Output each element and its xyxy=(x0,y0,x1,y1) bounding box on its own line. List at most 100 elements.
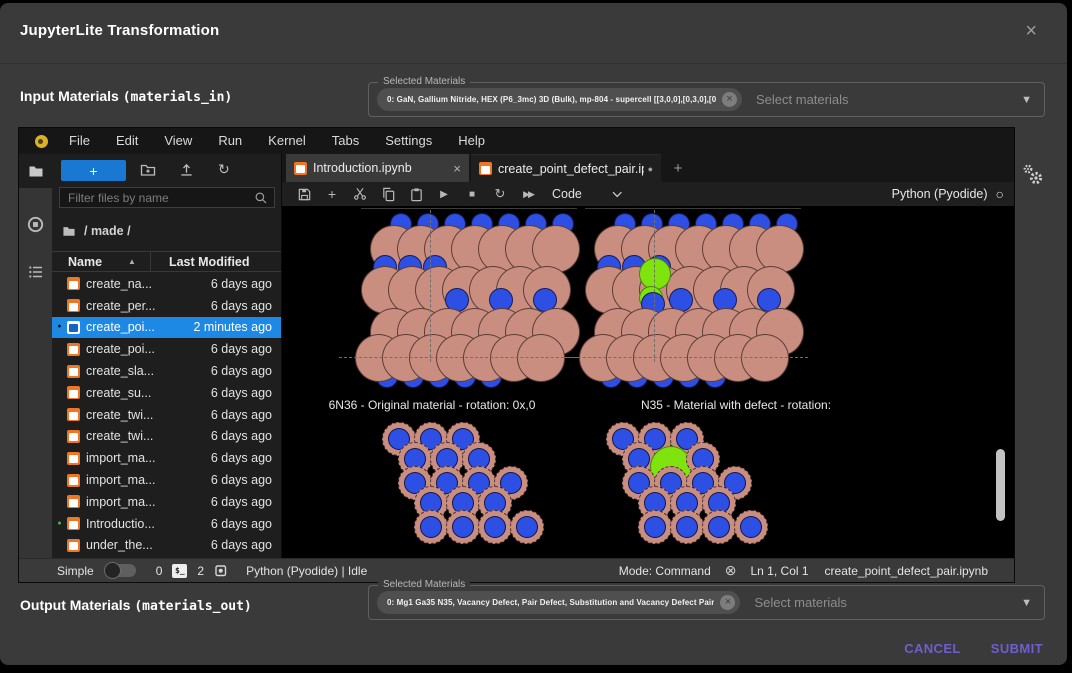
kernels-count: 2 xyxy=(197,564,204,578)
file-row[interactable]: ●create_poi...2 minutes ago xyxy=(52,317,281,339)
run-cell-button[interactable]: ▶ xyxy=(436,189,452,200)
material-chip[interactable]: 0: Mg1 Ga35 N35, Vacancy Defect, Pair De… xyxy=(377,591,740,614)
file-row[interactable]: create_poi...6 days ago xyxy=(52,338,281,360)
search-icon xyxy=(254,191,268,205)
file-name: under_the... xyxy=(86,538,153,552)
notebook-icon-page xyxy=(69,390,78,398)
kernel-running-dot-icon: ● xyxy=(52,519,67,529)
menu-item-settings[interactable]: Settings xyxy=(372,128,445,154)
file-modified: 6 days ago xyxy=(211,342,281,356)
file-name: import_ma... xyxy=(86,495,155,509)
copy-cells-button[interactable] xyxy=(380,187,396,202)
new-folder-icon xyxy=(140,162,156,177)
input-materials-select[interactable]: Selected Materials 0: GaN, Gallium Nitri… xyxy=(368,82,1045,117)
output-materials-text: Output Materials xyxy=(20,597,134,613)
scrollbar-thumb[interactable] xyxy=(996,449,1005,521)
add-cell-button[interactable]: + xyxy=(324,186,340,202)
breadcrumb[interactable]: / made / xyxy=(62,224,131,238)
file-list: create_na...6 days agocreate_per...6 day… xyxy=(52,273,281,558)
menu-item-kernel[interactable]: Kernel xyxy=(255,128,319,154)
refresh-button[interactable]: ↻ xyxy=(218,162,230,176)
file-row[interactable]: import_ma...6 days ago xyxy=(52,491,281,513)
file-row[interactable]: create_twi...6 days ago xyxy=(52,426,281,448)
file-row[interactable]: import_ma...6 days ago xyxy=(52,469,281,491)
menu-item-help[interactable]: Help xyxy=(445,128,498,154)
file-row[interactable]: under_the...6 days ago xyxy=(52,535,281,557)
file-filter-input[interactable] xyxy=(60,191,254,205)
column-header-name[interactable]: Name xyxy=(68,255,102,269)
file-row[interactable]: create_sla...6 days ago xyxy=(52,360,281,382)
restart-run-all-button[interactable]: ▶▶ xyxy=(520,189,536,200)
cell-type-dropdown[interactable]: Code xyxy=(552,187,582,201)
close-icon[interactable]: × xyxy=(1025,21,1037,41)
atom-core xyxy=(484,516,506,538)
file-row[interactable]: create_per...6 days ago xyxy=(52,295,281,317)
new-launcher-button[interactable]: + xyxy=(61,160,126,181)
material-chip[interactable]: 0: GaN, Gallium Nitride, HEX (P6_3mc) 3D… xyxy=(377,88,742,111)
submit-button[interactable]: SUBMIT xyxy=(991,641,1043,656)
menu-item-view[interactable]: View xyxy=(151,128,205,154)
file-name: create_twi... xyxy=(86,429,153,443)
save-icon xyxy=(297,187,312,202)
menu-item-edit[interactable]: Edit xyxy=(103,128,151,154)
notebook-icon xyxy=(67,408,80,421)
notebook-icon-page xyxy=(69,324,78,332)
chevron-down-icon[interactable]: ▼ xyxy=(1021,94,1032,106)
viz-original-side-view xyxy=(369,212,569,390)
cancel-button[interactable]: CANCEL xyxy=(904,641,961,656)
file-browser-tab[interactable] xyxy=(19,154,52,188)
dialog-title: JupyterLite Transformation xyxy=(20,22,219,39)
chevron-down-icon[interactable]: ▼ xyxy=(1021,597,1032,609)
menu-item-file[interactable]: File xyxy=(56,128,103,154)
jupyterlite-transformation-dialog: JupyterLite Transformation × Input Mater… xyxy=(0,3,1067,665)
output-materials-select[interactable]: Selected Materials 0: Mg1 Ga35 N35, Vaca… xyxy=(368,585,1045,620)
kernel-name[interactable]: Python (Pyodide) xyxy=(892,187,988,201)
interrupt-kernel-button[interactable]: ■ xyxy=(464,189,480,200)
terminal-icon: $_ xyxy=(172,564,187,578)
column-header-modified[interactable]: Last Modified xyxy=(169,255,250,269)
file-row[interactable]: create_na...6 days ago xyxy=(52,273,281,295)
viz-caption-defect: N35 - Material with defect - rotation: xyxy=(586,398,886,414)
cut-cells-button[interactable] xyxy=(352,187,368,201)
running-kernels-tab[interactable] xyxy=(19,216,52,233)
tab-close-icon[interactable]: × xyxy=(453,161,461,176)
input-materials-code: (materials_in) xyxy=(123,90,233,105)
paste-cells-button[interactable] xyxy=(408,187,424,202)
dashed-horizontal-line xyxy=(339,357,584,358)
copy-icon xyxy=(381,187,396,202)
atom-ring xyxy=(446,510,480,544)
table-of-contents-tab[interactable] xyxy=(19,264,52,280)
file-row[interactable]: create_su...6 days ago xyxy=(52,382,281,404)
settings-gears-icon[interactable] xyxy=(1019,161,1047,194)
file-row[interactable]: create_twi...6 days ago xyxy=(52,404,281,426)
tab-create-point-defect-pair[interactable]: create_point_defect_pair.ip ● xyxy=(471,154,661,182)
atom-core xyxy=(740,516,762,538)
tab-introduction[interactable]: Introduction.ipynb × xyxy=(286,154,469,182)
notebook-icon-page xyxy=(69,412,78,420)
save-button[interactable] xyxy=(296,187,312,202)
jupyterlab-window: FileEditViewRunKernelTabsSettingsHelp + xyxy=(18,127,1015,583)
notebook-icon xyxy=(67,430,80,443)
notebook-icon xyxy=(479,162,492,175)
atom-core xyxy=(644,516,666,538)
notebook-icon xyxy=(67,517,80,530)
chip-remove-icon[interactable]: × xyxy=(720,595,735,610)
file-row[interactable]: import_ma...6 days ago xyxy=(52,447,281,469)
menu-item-run[interactable]: Run xyxy=(205,128,255,154)
restart-kernel-button[interactable]: ↻ xyxy=(492,186,508,202)
atom-core xyxy=(516,516,538,538)
file-row[interactable]: ●Introductio...6 days ago xyxy=(52,513,281,535)
notebook-toolbar: + ▶ ■ ↻ ▶▶ Code xyxy=(282,182,1014,206)
material-chip-label: 0: GaN, Gallium Nitride, HEX (P6_3mc) 3D… xyxy=(387,95,716,104)
upload-button[interactable] xyxy=(179,162,194,179)
chevron-down-icon[interactable] xyxy=(612,191,623,198)
kernel-status-circle-icon[interactable]: ○ xyxy=(996,187,1004,201)
file-modified: 6 days ago xyxy=(211,408,281,422)
menu-item-tabs[interactable]: Tabs xyxy=(319,128,372,154)
chip-remove-icon[interactable]: × xyxy=(722,92,737,107)
new-folder-button[interactable] xyxy=(140,162,156,179)
new-tab-button[interactable]: + xyxy=(666,157,690,180)
simple-mode-toggle[interactable] xyxy=(106,564,136,577)
atom-ring xyxy=(702,510,736,544)
notebook-icon xyxy=(67,474,80,487)
